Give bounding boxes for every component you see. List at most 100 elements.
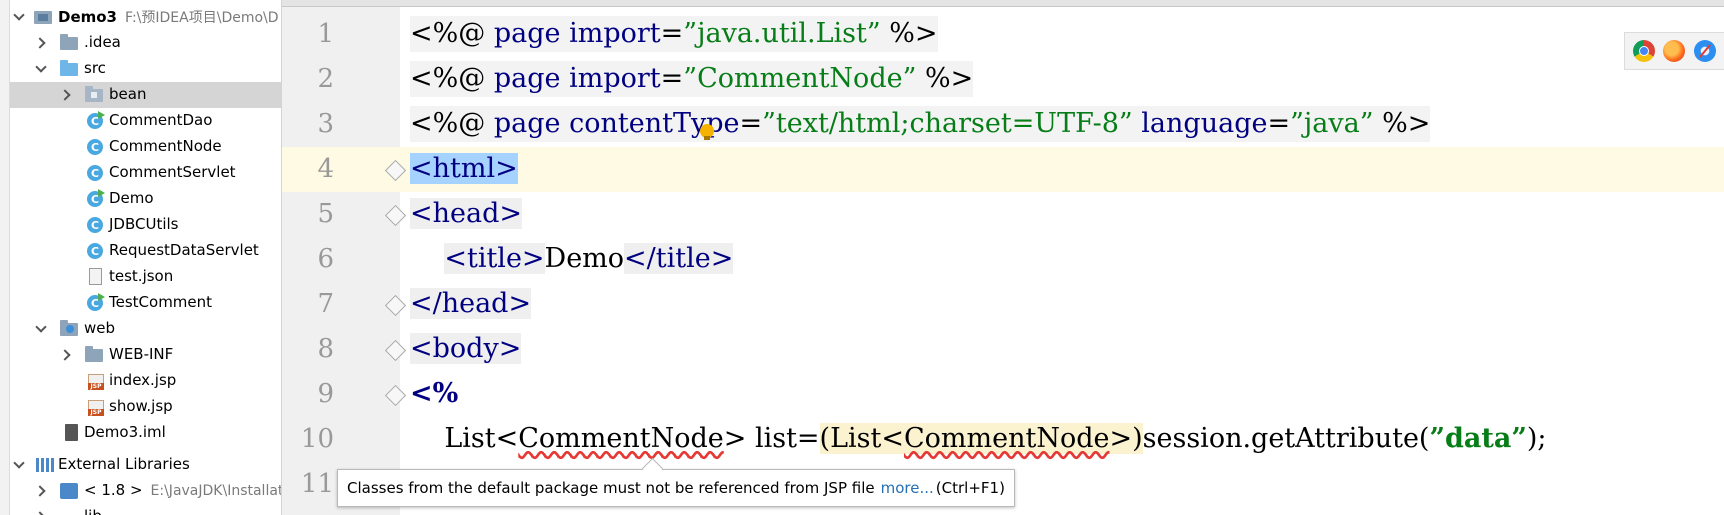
tree-label: RequestDataServlet <box>109 241 259 259</box>
operator: = <box>660 18 684 49</box>
code-line[interactable]: 7 </head> <box>282 282 1724 327</box>
code-editor[interactable]: 1 <%@ page import=”java.util.List” %> 2 … <box>282 0 1724 515</box>
tree-node-demo[interactable]: C Demo <box>10 186 281 212</box>
jdk-icon <box>60 483 78 499</box>
type-name-error[interactable]: CommentNode <box>518 423 723 454</box>
operator: = <box>660 63 684 94</box>
tree-label: JDBCUtils <box>109 215 179 233</box>
libraries-icon <box>36 458 54 472</box>
java-class-icon: C <box>87 139 103 155</box>
chevron-down-icon[interactable] <box>34 62 48 76</box>
fold-marker-icon[interactable] <box>384 159 404 179</box>
tree-node-idea[interactable]: .idea <box>10 30 281 56</box>
title-text: Demo <box>544 243 625 274</box>
tree-label: bean <box>109 85 147 103</box>
code-line[interactable]: 6 <title>Demo</title> <box>282 237 1724 282</box>
line-number: 10 <box>300 424 334 454</box>
tree-node-commentdao[interactable]: C CommentDao <box>10 108 281 134</box>
tree-label: CommentNode <box>109 137 222 155</box>
cast-open: (List <box>819 423 882 454</box>
chevron-down-icon[interactable] <box>34 322 48 336</box>
html-tag: <title> <box>444 243 545 274</box>
java-class-icon: C <box>87 165 103 181</box>
folder-icon <box>60 34 78 50</box>
tooltip-message: Classes from the default package must no… <box>347 479 875 497</box>
tooltip-shortcut: (Ctrl+F1) <box>935 479 1005 497</box>
chevron-down-icon[interactable] <box>12 10 26 24</box>
chrome-icon[interactable] <box>1633 40 1656 62</box>
code-line[interactable]: 8 <body> <box>282 327 1724 372</box>
fold-marker-icon[interactable] <box>384 339 404 359</box>
code-line[interactable]: 2 <%@ page import=”CommentNode” %> <box>282 57 1724 102</box>
code-line-current[interactable]: 4 <html> <box>282 147 1724 192</box>
string-literal: ”text/html;charset=UTF-8” <box>762 108 1133 139</box>
tree-node-demo3[interactable]: Demo3 F:\预IDEA项目\Demo\D <box>10 4 281 30</box>
code-line[interactable]: 10 List<CommentNode> list=(List<CommentN… <box>282 417 1724 462</box>
firefox-icon[interactable] <box>1663 40 1686 62</box>
chevron-right-icon[interactable] <box>34 36 48 50</box>
iml-file-icon <box>65 424 78 441</box>
chevron-right-icon[interactable] <box>34 484 48 498</box>
tree-node-index-jsp[interactable]: index.jsp <box>10 368 281 394</box>
tree-node-jdk[interactable]: < 1.8 > E:\JavaJDK\Installat <box>10 478 281 504</box>
tree-node-lib[interactable]: lib <box>10 504 281 515</box>
project-path: F:\预IDEA项目\Demo\D <box>125 10 279 26</box>
type-name-error[interactable]: CommentNode <box>904 423 1109 454</box>
code-line[interactable]: 1 <%@ page import=”java.util.List” %> <box>282 12 1724 57</box>
tooltip-more-link[interactable]: more... <box>881 479 934 497</box>
keyword: page <box>493 63 561 94</box>
scriptlet-open: <% <box>410 378 459 409</box>
method-call: session.getAttribute( <box>1142 423 1430 454</box>
directive-close: %> <box>889 18 938 49</box>
tree-node-jdbcutils[interactable]: C JDBCUtils <box>10 212 281 238</box>
chevron-down-icon[interactable] <box>12 458 26 472</box>
line-number: 6 <box>317 244 334 274</box>
tree-node-web-inf[interactable]: WEB-INF <box>10 342 281 368</box>
cast-close: >) <box>1109 423 1143 454</box>
directive-close: %> <box>924 63 974 94</box>
attribute-name: import <box>569 18 661 49</box>
tree-node-requestdataservlet[interactable]: C RequestDataServlet <box>10 238 281 264</box>
java-class-icon: C <box>87 189 105 207</box>
code-line[interactable]: 5 <head> <box>282 192 1724 237</box>
fold-marker-icon[interactable] <box>384 384 404 404</box>
tree-label: TestComment <box>109 293 213 311</box>
safari-icon[interactable] <box>1693 40 1716 62</box>
folder-icon <box>85 346 103 362</box>
chevron-right-icon[interactable] <box>59 348 73 362</box>
tree-node-show-jsp[interactable]: show.jsp <box>10 394 281 420</box>
code-line[interactable]: 3 <%@ page contentType=”text/html;charse… <box>282 102 1724 147</box>
tree-label: lib <box>84 507 102 515</box>
tree-node-commentnode[interactable]: C CommentNode <box>10 134 281 160</box>
tree-node-test-json[interactable]: test.json <box>10 264 281 290</box>
browser-popup <box>1624 32 1724 70</box>
tree-node-testcomment[interactable]: C TestComment <box>10 290 281 316</box>
tree-label: CommentDao <box>109 111 213 129</box>
tree-node-bean[interactable]: bean <box>10 82 281 108</box>
tree-node-web[interactable]: web <box>10 316 281 342</box>
fold-marker-icon[interactable] <box>384 294 404 314</box>
html-tag: <head> <box>410 198 522 229</box>
lightbulb-icon[interactable] <box>700 124 714 140</box>
tree-label: WEB-INF <box>109 345 174 363</box>
line-number: 1 <box>317 19 334 49</box>
tree-node-src[interactable]: src <box>10 56 281 82</box>
tree-node-commentservlet[interactable]: C CommentServlet <box>10 160 281 186</box>
chevron-right-icon[interactable] <box>34 510 48 515</box>
html-tag: </title> <box>624 243 734 274</box>
jdk-version: < 1.8 > <box>84 481 143 499</box>
operator: = <box>1267 108 1291 139</box>
tree-node-demo3-iml[interactable]: Demo3.iml <box>10 420 281 446</box>
directive-open: <%@ <box>410 108 486 139</box>
tree-label: CommentServlet <box>109 163 236 181</box>
chevron-right-icon[interactable] <box>59 88 73 102</box>
string-literal: ”data” <box>1429 423 1527 454</box>
code-line[interactable]: 9 <% <box>282 372 1724 417</box>
tree-label: test.json <box>109 267 174 285</box>
directive-open: <%@ <box>410 18 486 49</box>
java-class-icon: C <box>87 243 103 259</box>
project-tree[interactable]: Demo3 F:\预IDEA项目\Demo\D .idea src bean C … <box>0 0 282 515</box>
string-literal: ”java.util.List” <box>683 18 881 49</box>
tree-node-external-libraries[interactable]: External Libraries <box>10 452 281 478</box>
fold-marker-icon[interactable] <box>384 204 404 224</box>
